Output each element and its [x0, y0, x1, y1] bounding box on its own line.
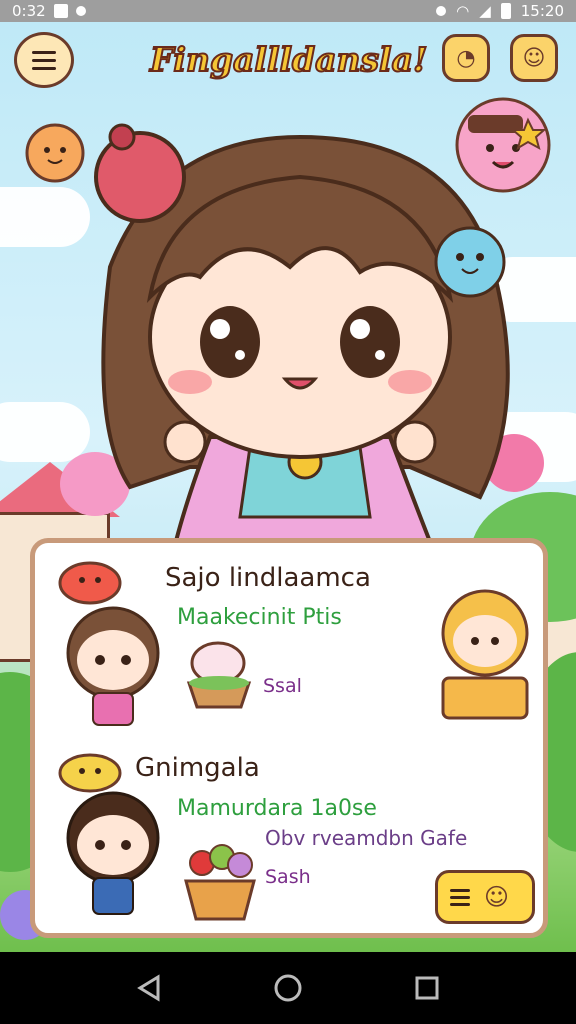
chibi-girl-character [94, 123, 510, 569]
home-circle-icon [274, 974, 302, 1002]
card-1-subtitle: Maakecinit Ptis [177, 605, 342, 630]
card-1-title: Sajo lindlaamca [165, 563, 371, 593]
hamburger-line [32, 58, 56, 62]
chat-button[interactable]: ☺ [435, 870, 535, 924]
location-icon [436, 6, 447, 16]
app-title: Fingallldansla! [149, 39, 428, 80]
back-button[interactable] [129, 968, 169, 1008]
navigation-bar [0, 952, 576, 1024]
cookie-button[interactable]: ◔ [442, 34, 490, 82]
cat-salad-bowl-icon [186, 641, 252, 709]
girl-avatar-1 [66, 606, 160, 726]
girl-avatar-2 [66, 791, 160, 915]
status-time-left: 0:32 [12, 2, 46, 20]
status-bar: 0:32 ◠ ◢ 15:20 [0, 0, 576, 22]
cookie-icon: ◔ [456, 45, 476, 71]
back-triangle-icon [137, 974, 160, 1002]
recents-button[interactable] [407, 968, 447, 1008]
game-scene: Fingallldansla! ◔ ☺ Sajo lindlaamca Maak… [0, 22, 576, 952]
menu-button[interactable] [14, 32, 74, 88]
card-2-subtitle: Mamurdara 1a0se [177, 796, 377, 821]
status-time-right: 15:20 [520, 2, 564, 20]
card-2-text: Obv rveamdbn Gafe [265, 826, 468, 850]
chat-face-icon: ☺ [522, 45, 546, 71]
signal-icon: ◢ [479, 2, 491, 20]
chat-face-button[interactable]: ☺ [510, 34, 558, 82]
wifi-icon: ◠ [456, 2, 470, 20]
battery-icon [500, 3, 511, 19]
fruit-cake-icon [184, 844, 256, 921]
card-1-text: Ssal [263, 675, 302, 697]
notification-icon [53, 4, 68, 18]
list-lines-icon [450, 885, 470, 910]
hamburger-line [32, 66, 56, 70]
card-2-text-secondary: Sash [265, 866, 311, 888]
home-button[interactable] [268, 968, 308, 1008]
card-2-title: Gnimgala [135, 753, 260, 783]
hamburger-menu-icon [32, 50, 56, 54]
smile-face-icon: ☺ [484, 883, 510, 911]
dot-icon [75, 6, 86, 16]
recents-square-icon [415, 976, 439, 1000]
app-header: Fingallldansla! ◔ ☺ [0, 32, 576, 92]
blonde-character-avatar [441, 589, 529, 720]
info-panel: Sajo lindlaamca Maakecinit Ptis Ssal Gni… [30, 538, 548, 938]
